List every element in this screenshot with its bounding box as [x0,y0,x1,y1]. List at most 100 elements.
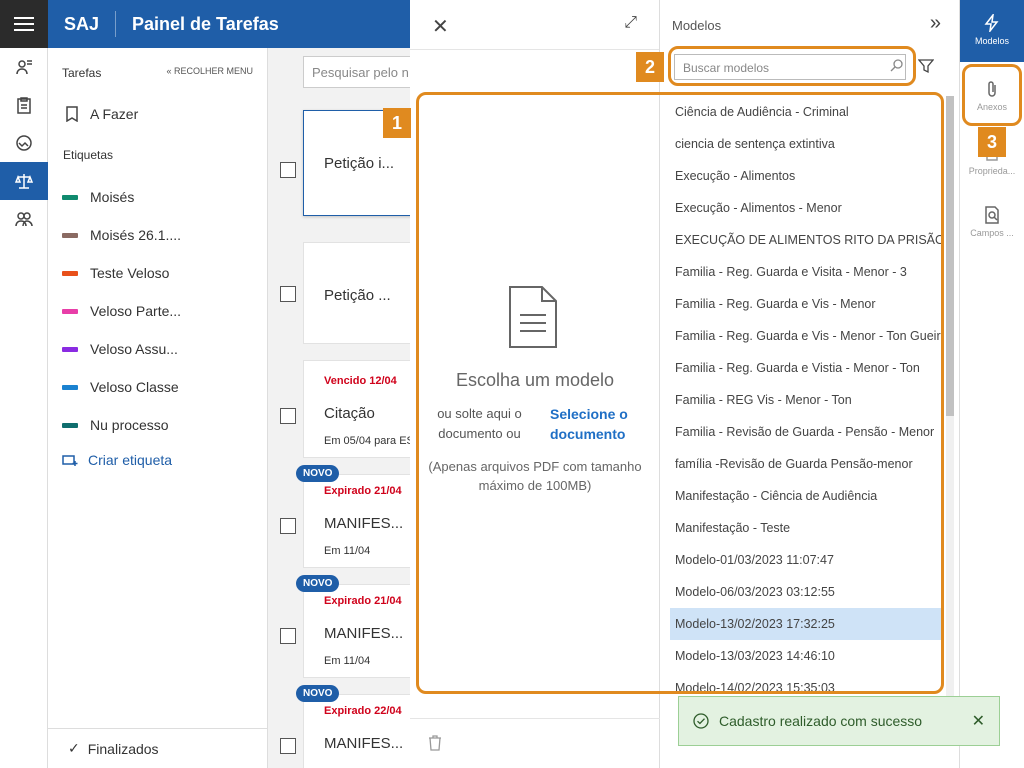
tag-label: Veloso Parte... [90,303,182,319]
new-badge: NOVO [296,685,340,702]
callout-1-highlight [416,92,944,694]
rail-user-task[interactable] [0,48,48,86]
check-icon: ✓ [68,740,80,756]
tags-heading: Etiquetas [63,148,114,162]
create-tag-label: Criar etiqueta [88,452,173,468]
task-checkbox[interactable] [280,286,296,302]
tag-label: Nu processo [90,417,169,433]
callout-1-number: 1 [383,108,411,138]
task-card[interactable]: Expirado 22/04 MANIFES... [303,694,410,768]
check-circle-icon [693,713,709,729]
task-title: Petição ... [324,287,391,304]
toast-message: Cadastro realizado com sucesso [719,713,923,729]
users-icon [15,212,33,227]
tool-label: Campos ... [970,228,1014,238]
tag-label: Teste Veloso [90,265,170,281]
tag-color-swatch [62,232,78,238]
tag-color-swatch [62,194,78,200]
models-heading: Modelos [672,18,722,33]
sidebar-item-label: Finalizados [87,740,159,757]
add-tag-icon [62,455,78,466]
left-icon-rail [0,48,48,768]
create-tag-button[interactable]: Criar etiqueta [48,444,267,476]
task-card[interactable]: Expirado 21/04 MANIFES... Em 11/04 [303,474,410,568]
tag-item[interactable]: Nu processo [48,406,267,444]
rail-clipboard[interactable] [0,86,48,124]
tag-label: Veloso Assu... [90,341,178,357]
panel-footer [410,718,660,768]
callout-2-number: 2 [636,52,664,82]
scales-icon [15,174,33,189]
task-checkbox[interactable] [280,518,296,534]
collapse-menu-label: RECOLHER MENU [173,66,253,76]
bookmark-icon [66,106,78,122]
tag-color-swatch [62,422,78,428]
callout-3-number: 3 [978,127,1006,157]
lightning-icon [984,14,999,32]
models-scrollbar[interactable] [946,96,954,416]
task-title: MANIFES... [324,735,404,752]
tag-item[interactable]: Veloso Parte... [48,292,267,330]
task-title: Petição i... [324,155,395,172]
task-search-input[interactable]: Pesquisar pelo n [303,56,410,88]
collapse-menu-button[interactable]: « RECOLHER MENU [166,66,253,80]
handshake-icon [16,135,32,151]
task-title: MANIFES... [324,625,404,642]
tag-color-swatch [62,270,78,276]
close-icon[interactable]: ✕ [972,711,985,731]
task-card[interactable]: Vencido 12/04 Citação Em 05/04 para ES [303,360,410,458]
sidebar-header: Tarefas « RECOLHER MENU [48,48,267,80]
task-card[interactable]: Expirado 21/04 MANIFES... Em 11/04 [303,584,410,678]
tool-fields[interactable]: Campos ... [960,206,1024,238]
sidebar-section-title: Tarefas [62,66,102,80]
task-card[interactable]: Petição ... [303,242,410,344]
sidebar-item-label: A Fazer [90,106,139,122]
rail-users[interactable] [0,200,48,238]
brand-logo: SAJ [48,11,117,37]
task-due-date: Expirado 21/04 [324,595,402,607]
hamburger-menu-icon[interactable] [0,0,48,48]
tag-label: Moisés [90,189,135,205]
top-bar: SAJ Painel de Tarefas [0,0,410,48]
search-document-icon [985,206,999,224]
tag-label: Moisés 26.1.... [90,227,182,243]
tool-models[interactable]: Modelos [960,0,1024,62]
task-meta: Em 11/04 [324,655,371,667]
tag-item[interactable]: Veloso Assu... [48,330,267,368]
task-due-date: Expirado 22/04 [324,705,402,717]
user-task-icon [16,60,32,75]
sidebar-item-todo[interactable]: A Fazer [48,80,267,122]
sidebar-item-finished[interactable]: ✓ Finalizados [48,728,268,768]
tag-item[interactable]: Moisés [48,178,267,216]
task-checkbox[interactable] [280,162,296,178]
tag-color-swatch [62,308,78,314]
callout-2-highlight [668,46,916,86]
task-title: Citação [324,405,375,422]
task-list: Pesquisar pelo n Petição i... Petição ..… [268,48,410,768]
page-title: Painel de Tarefas [132,13,279,34]
task-due-date: Expirado 21/04 [324,485,402,497]
filter-icon[interactable] [918,58,934,74]
task-meta: Em 05/04 para ES [324,435,410,447]
task-checkbox[interactable] [280,628,296,644]
task-title: MANIFES... [324,515,404,532]
tool-label: Modelos [974,36,1010,46]
tool-label: Proprieda... [968,166,1016,176]
task-checkbox[interactable] [280,408,296,424]
callout-3-highlight [962,64,1022,126]
tag-color-swatch [62,384,78,390]
collapse-panel-icon[interactable]: » [930,12,941,35]
rail-handshake[interactable] [0,124,48,162]
task-checkbox[interactable] [280,738,296,754]
task-due-date: Vencido 12/04 [324,375,397,387]
rail-scales[interactable] [0,162,48,200]
sidebar: Tarefas « RECOLHER MENU A Fazer Etiqueta… [48,48,268,768]
tag-item[interactable]: Veloso Classe [48,368,267,406]
tag-item[interactable]: Teste Veloso [48,254,267,292]
success-toast: Cadastro realizado com sucesso ✕ [678,696,1000,746]
tag-item[interactable]: Moisés 26.1.... [48,216,267,254]
trash-icon[interactable] [428,735,442,751]
tag-color-swatch [62,346,78,352]
tag-label: Veloso Classe [90,379,179,395]
new-badge: NOVO [296,465,340,482]
